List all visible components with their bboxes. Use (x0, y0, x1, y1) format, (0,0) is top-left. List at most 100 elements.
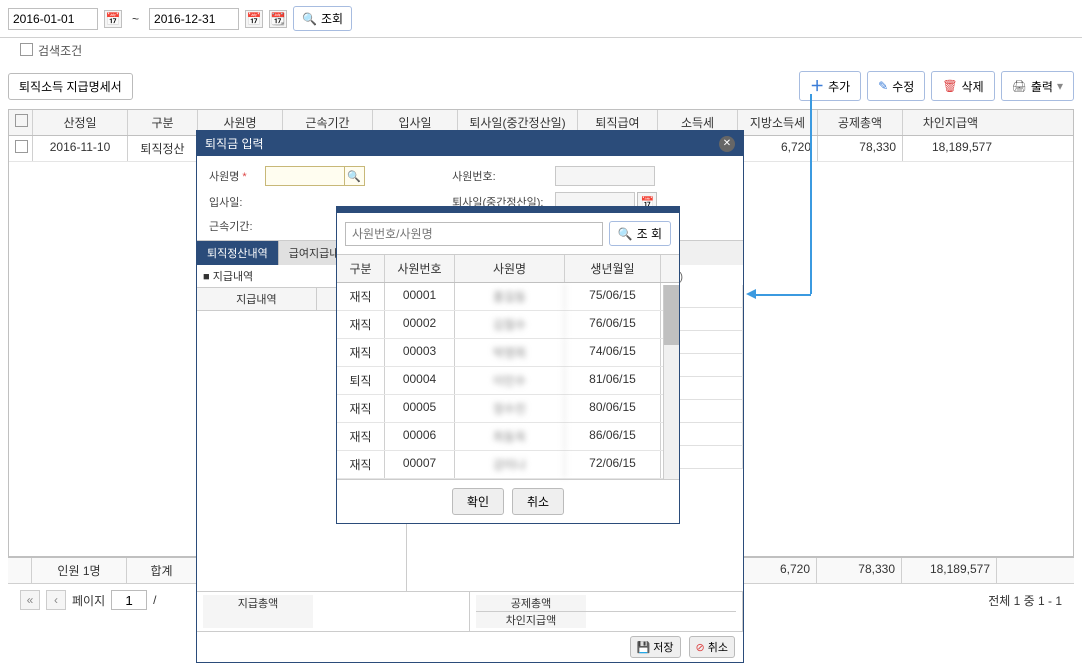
print-icon: 🖨 (1012, 79, 1027, 93)
print-button[interactable]: 🖨 출력 ▾ (1001, 71, 1074, 101)
sum-pay-label: 지급총액 (203, 595, 313, 628)
list-item[interactable]: 퇴직00004이민수81/06/15 (337, 367, 679, 395)
sum-pay-value (313, 595, 463, 628)
dialog2-cancel-button[interactable]: 취소 (512, 488, 564, 515)
page-input[interactable] (111, 590, 147, 610)
search-condition-fieldset: 검색조건 (0, 38, 1082, 67)
select-all-checkbox[interactable] (15, 114, 28, 127)
save-button[interactable]: 💾저장 (630, 636, 681, 658)
cell-birthdate: 74/06/15 (565, 339, 661, 366)
sum-net-value (586, 612, 736, 628)
col-header-status: 구분 (337, 255, 385, 282)
emp-name-input[interactable] (265, 166, 345, 186)
sub-col-pay-detail: 지급내역 (197, 288, 317, 310)
page-prev-button[interactable]: ‹ (46, 590, 66, 610)
cell-empno: 00005 (385, 395, 455, 422)
cell-empname: 정수진 (455, 395, 565, 422)
list-item[interactable]: 재직00001홍길동75/06/15 (337, 283, 679, 311)
employee-search-input[interactable] (345, 222, 603, 246)
sum-ded-value (586, 595, 736, 611)
search-condition-label: 검색조건 (38, 44, 82, 58)
list-item[interactable]: 재직00007강미나72/06/15 (337, 451, 679, 479)
employee-search-button[interactable]: 🔍조 회 (609, 221, 671, 246)
cell-empname: 강미나 (455, 451, 565, 478)
chevron-down-icon: ▾ (1057, 79, 1063, 93)
dialog2-body: 구분 사원번호 사원명 생년월일 재직00001홍길동75/06/15재직000… (337, 255, 679, 479)
date-from-input[interactable] (8, 8, 98, 30)
cell-empname: 이민수 (455, 367, 565, 394)
cell-status: 재직 (337, 283, 385, 310)
scrollbar-thumb[interactable] (664, 285, 679, 345)
cell-ded: 78,330 (818, 136, 903, 161)
col-header-empno: 사원번호 (385, 255, 455, 282)
cell-gubun: 퇴직정산 (128, 136, 198, 161)
emp-search-icon[interactable]: 🔍 (345, 166, 365, 186)
calendar-icon[interactable]: 📅 (104, 10, 122, 28)
page-first-button[interactable]: « (20, 590, 40, 610)
delete-button-label: 삭제 (962, 78, 984, 95)
cell-empname: 김철수 (455, 311, 565, 338)
search-icon: 🔍 (618, 227, 633, 241)
dialog1-titlebar[interactable]: 퇴직금 입력 ✕ (197, 131, 743, 156)
plus-icon: ＋ (810, 76, 824, 96)
search-button[interactable]: 🔍 조회 (293, 6, 352, 31)
cell-empno: 00002 (385, 311, 455, 338)
calendar-range-icon[interactable]: 📆 (269, 10, 287, 28)
date-range-tilde: ~ (132, 12, 139, 26)
label-emp-name: 사원명 (209, 168, 253, 184)
sum-net-label: 차인지급액 (476, 612, 586, 628)
date-to-input[interactable] (149, 8, 239, 30)
ok-button[interactable]: 확인 (452, 488, 504, 515)
col-header-ded: 공제총액 (818, 110, 903, 135)
dialog1-footer: 💾저장 ⊘취소 (197, 631, 743, 662)
list-item[interactable]: 재직00003박영희74/06/15 (337, 339, 679, 367)
cell-empno: 00001 (385, 283, 455, 310)
delete-button[interactable]: 🗑 삭제 (931, 71, 994, 101)
calendar-icon[interactable]: 📅 (245, 10, 263, 28)
row-checkbox[interactable] (15, 140, 28, 153)
cell-empname: 박영희 (455, 339, 565, 366)
label-emp-no: 사원번호: (452, 168, 543, 184)
cell-empname: 홍길동 (455, 283, 565, 310)
search-icon: 🔍 (302, 12, 317, 26)
page-slash: / (153, 593, 156, 607)
cell-status: 재직 (337, 451, 385, 478)
search-button-label: 조회 (321, 10, 343, 27)
page-total-text: 전체 1 중 1 - 1 (988, 592, 1062, 609)
cell-birthdate: 72/06/15 (565, 451, 661, 478)
col-header-birthdate: 생년월일 (565, 255, 661, 282)
sum-ded-label: 공제총액 (476, 595, 586, 611)
scrollbar[interactable] (663, 285, 679, 479)
footer-net: 18,189,577 (902, 558, 997, 583)
cell-birthdate: 80/06/15 (565, 395, 661, 422)
dialog1-summary: 지급총액 공제총액 차인지급액 (197, 591, 743, 631)
action-toolbar: 퇴직소득 지급명세서 ＋추가 ✎ 수정 🗑 삭제 🖨 출력 ▾ (0, 67, 1082, 105)
footer-people: 인원 1명 (32, 558, 127, 583)
list-item[interactable]: 재직00002김철수76/06/15 (337, 311, 679, 339)
edit-button[interactable]: ✎ 수정 (867, 71, 925, 101)
cell-status: 재직 (337, 311, 385, 338)
emp-no-field (555, 166, 655, 186)
label-indate: 입사일: (209, 194, 253, 210)
print-button-label: 출력 (1031, 78, 1053, 95)
top-toolbar: 📅 ~ 📅 📆 🔍 조회 (0, 0, 1082, 38)
edit-button-label: 수정 (892, 78, 914, 95)
close-icon[interactable]: ✕ (719, 136, 735, 152)
cell-birthdate: 81/06/15 (565, 367, 661, 394)
trash-icon: 🗑 (942, 79, 957, 93)
cancel-icon: ⊘ (696, 641, 705, 654)
cancel-button[interactable]: ⊘취소 (689, 636, 735, 658)
cell-birthdate: 75/06/15 (565, 283, 661, 310)
add-button[interactable]: ＋추가 (799, 71, 861, 101)
list-item[interactable]: 재직00005정수진80/06/15 (337, 395, 679, 423)
report-button[interactable]: 퇴직소득 지급명세서 (8, 73, 133, 100)
list-item[interactable]: 재직00006최동욱86/06/15 (337, 423, 679, 451)
cell-date: 2016-11-10 (33, 136, 128, 161)
dialog2-header: 구분 사원번호 사원명 생년월일 (337, 255, 679, 283)
cell-birthdate: 76/06/15 (565, 311, 661, 338)
search-condition-checkbox[interactable]: 검색조건 (20, 42, 82, 59)
page-label: 페이지 (72, 592, 105, 609)
label-period: 근속기간: (209, 218, 253, 234)
edit-icon: ✎ (878, 79, 888, 93)
tab-retirement-detail[interactable]: 퇴직정산내역 (197, 241, 279, 265)
